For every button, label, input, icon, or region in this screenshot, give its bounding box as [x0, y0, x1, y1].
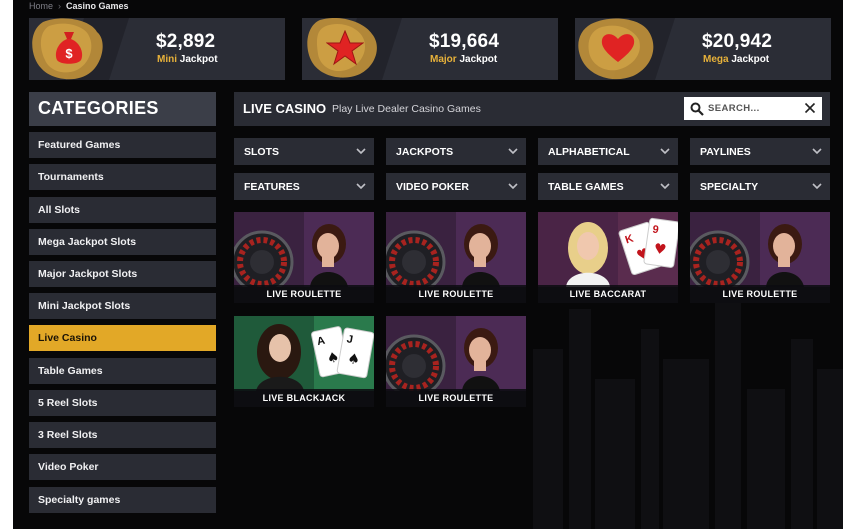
roulette-dealer-thumbnail	[234, 212, 374, 287]
jackpot-tier: Mini	[157, 54, 177, 65]
star-icon	[326, 30, 364, 66]
filter-label: TABLE GAMES	[548, 181, 624, 193]
major-jackpot-banner: $19,664 Major Jackpot	[302, 18, 558, 80]
sidebar-item-all-slots[interactable]: All Slots	[29, 197, 216, 223]
chevron-down-icon	[660, 183, 670, 190]
breadcrumb: Home › Casino Games	[29, 1, 129, 11]
close-icon[interactable]	[804, 102, 816, 114]
jackpot-suffix: Jackpot	[179, 54, 218, 65]
svg-text:$: $	[65, 46, 73, 61]
filter-alphabetical[interactable]: ALPHABETICAL	[538, 138, 678, 165]
svg-text:♥: ♥	[653, 241, 668, 259]
money-bag-icon: $	[55, 32, 83, 64]
categories-heading: CATEGORIES	[29, 92, 216, 126]
game-title: LIVE ROULETTE	[234, 285, 374, 303]
mini-jackpot-banner: $ $2,892 Mini Jackpot	[29, 18, 285, 80]
jackpot-label: Mega Jackpot	[703, 54, 769, 65]
game-tile-live-roulette[interactable]: LIVE ROULETTE	[386, 316, 526, 407]
sidebar-item-specialty-games[interactable]: Specialty games	[29, 487, 216, 513]
filter-table-games[interactable]: TABLE GAMES	[538, 173, 678, 200]
game-title: LIVE ROULETTE	[386, 285, 526, 303]
filter-label: SPECIALTY	[700, 181, 759, 193]
game-title: LIVE ROULETTE	[690, 285, 830, 303]
jackpot-tier: Major	[430, 54, 457, 65]
chevron-down-icon	[812, 183, 822, 190]
section-subtitle: Play Live Dealer Casino Games	[332, 103, 481, 115]
city-silhouette-decoration	[533, 290, 843, 529]
filter-label: ALPHABETICAL	[548, 146, 630, 158]
chevron-down-icon	[356, 148, 366, 155]
breadcrumb-home-link[interactable]: Home	[29, 1, 53, 11]
mega-jackpot-banner: $20,942 Mega Jackpot	[575, 18, 831, 80]
roulette-dealer-thumbnail	[690, 212, 830, 287]
baccarat-dealer-thumbnail: K ♥ 9 ♥	[538, 212, 678, 287]
filter-features[interactable]: FEATURES	[234, 173, 374, 200]
filter-label: PAYLINES	[700, 146, 751, 158]
game-title: LIVE ROULETTE	[386, 389, 526, 407]
sidebar-item-major-jackpot-slots[interactable]: Major Jackpot Slots	[29, 261, 216, 287]
game-tile-live-roulette[interactable]: LIVE ROULETTE	[690, 212, 830, 303]
sidebar-item-table-games[interactable]: Table Games	[29, 358, 216, 384]
casino-page: Home › Casino Games $ $2,892 Mini Jackpo…	[13, 0, 843, 529]
game-tile-live-roulette[interactable]: LIVE ROULETTE	[234, 212, 374, 303]
roulette-dealer-thumbnail	[386, 212, 526, 287]
heart-icon	[601, 34, 635, 62]
chevron-down-icon	[508, 148, 518, 155]
sidebar-item-3-reel-slots[interactable]: 3 Reel Slots	[29, 422, 216, 448]
search-icon[interactable]	[690, 102, 704, 116]
sidebar-item-mini-jackpot-slots[interactable]: Mini Jackpot Slots	[29, 293, 216, 319]
sidebar-item-featured-games[interactable]: Featured Games	[29, 132, 216, 158]
jackpot-suffix: Jackpot	[731, 54, 770, 65]
sidebar-item-video-poker[interactable]: Video Poker	[29, 454, 216, 480]
filter-label: JACKPOTS	[396, 146, 454, 158]
section-title: LIVE CASINO	[243, 101, 327, 116]
jackpot-amount: $20,942	[702, 31, 773, 52]
jackpot-label: Mini Jackpot	[157, 54, 218, 65]
jackpot-label: Major Jackpot	[430, 54, 497, 65]
filter-paylines[interactable]: PAYLINES	[690, 138, 830, 165]
jackpot-suffix: Jackpot	[459, 54, 498, 65]
sidebar-item-tournaments[interactable]: Tournaments	[29, 164, 216, 190]
jackpot-amount: $19,664	[429, 31, 500, 52]
jackpot-amount: $2,892	[156, 31, 216, 52]
sidebar-item-mega-jackpot-slots[interactable]: Mega Jackpot Slots	[29, 229, 216, 255]
chevron-down-icon	[660, 148, 670, 155]
game-tile-live-blackjack[interactable]: A ♠ J ♠ LIVE BLACKJACK	[234, 316, 374, 407]
jackpot-tier: Mega	[703, 54, 729, 65]
chevron-down-icon	[508, 183, 518, 190]
chevron-down-icon	[812, 148, 822, 155]
game-title: LIVE BACCARAT	[538, 285, 678, 303]
filter-label: FEATURES	[244, 181, 300, 193]
sidebar-item-live-casino[interactable]: Live Casino	[29, 325, 216, 351]
search-box	[684, 97, 822, 120]
breadcrumb-current: Casino Games	[66, 1, 129, 11]
game-tile-live-baccarat[interactable]: K ♥ 9 ♥ LIVE BACCARAT	[538, 212, 678, 303]
search-input[interactable]	[708, 103, 804, 114]
filter-specialty[interactable]: SPECIALTY	[690, 173, 830, 200]
filter-label: VIDEO POKER	[396, 181, 469, 193]
section-header: LIVE CASINO Play Live Dealer Casino Game…	[234, 92, 830, 126]
filter-label: SLOTS	[244, 146, 280, 158]
filter-slots[interactable]: SLOTS	[234, 138, 374, 165]
game-title: LIVE BLACKJACK	[234, 389, 374, 407]
chevron-down-icon	[356, 183, 366, 190]
blackjack-dealer-thumbnail: A ♠ J ♠	[234, 316, 374, 391]
roulette-dealer-thumbnail	[386, 316, 526, 391]
chevron-right-icon: ›	[58, 1, 62, 11]
filter-jackpots[interactable]: JACKPOTS	[386, 138, 526, 165]
game-tile-live-roulette[interactable]: LIVE ROULETTE	[386, 212, 526, 303]
sidebar-item-5-reel-slots[interactable]: 5 Reel Slots	[29, 390, 216, 416]
filter-video-poker[interactable]: VIDEO POKER	[386, 173, 526, 200]
